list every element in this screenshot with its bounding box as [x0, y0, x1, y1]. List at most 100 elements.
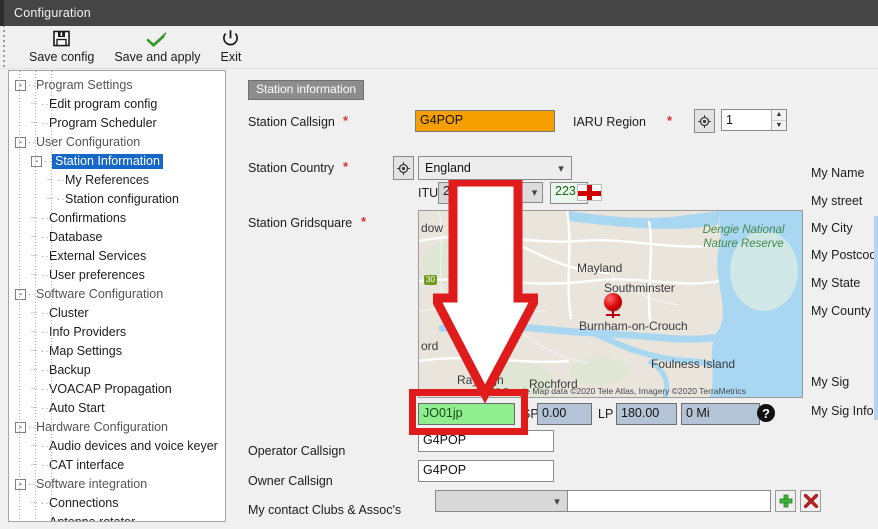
tree-item-database[interactable]: ┈··Database: [15, 228, 225, 247]
tree-item-hardware-configuration[interactable]: - ··Hardware Configuration: [15, 418, 225, 437]
save-config-button[interactable]: Save config: [21, 26, 102, 69]
tree-item-edit-program-config[interactable]: ┈··Edit program config: [15, 95, 225, 114]
tree-connector: ··: [41, 460, 50, 472]
station-country-select[interactable]: England ▾: [418, 156, 572, 180]
toolbar-grip[interactable]: [0, 26, 7, 69]
tree-item-user-configuration[interactable]: - ··User Configuration: [15, 133, 225, 152]
itu-input[interactable]: 27: [438, 182, 480, 204]
tree-item-auto-start[interactable]: ┈··Auto Start: [15, 399, 225, 418]
road-shield-30: 30: [424, 275, 437, 285]
floppy-disk-icon: [52, 28, 71, 49]
tree-item-label: Confirmations: [49, 211, 127, 226]
target-icon: [698, 114, 711, 128]
owner-callsign-input[interactable]: G4POP: [418, 460, 554, 482]
clubs-text-input[interactable]: [567, 490, 771, 512]
tree-connector: ··: [41, 365, 50, 377]
tree-connector: ··: [41, 232, 50, 244]
tree-expander-icon[interactable]: -: [15, 479, 26, 491]
clubs-select[interactable]: ▾: [435, 490, 568, 512]
station-callsign-input[interactable]: G4POP: [415, 110, 555, 132]
tree-connector: ··: [41, 251, 50, 263]
tree-connector: ··: [41, 403, 50, 415]
tree-connector: ··: [41, 99, 50, 111]
tree-expander-icon[interactable]: -: [31, 156, 42, 168]
save-config-label: Save config: [29, 50, 95, 64]
tree-expander-icon[interactable]: -: [15, 289, 26, 301]
navigation-tree[interactable]: -··Program Settings┈··Edit program confi…: [8, 70, 226, 522]
tree-item-cluster[interactable]: ┈··Cluster: [15, 304, 225, 323]
window-title: Configuration: [14, 6, 91, 20]
tree-item-station-information[interactable]: - ·· Station Information: [15, 152, 225, 171]
tree-item-label: Connections: [49, 496, 119, 511]
tree-guideline: [35, 71, 36, 521]
iaru-region-required: *: [667, 113, 673, 128]
tree-item-station-configuration[interactable]: ┈··Station configuration: [15, 190, 225, 209]
tree-connector: ··: [41, 441, 50, 453]
map-label-dengie-nnr: Dengie National Nature Reserve: [702, 224, 785, 250]
main-toolbar: Save config Save and apply Exit: [0, 26, 878, 69]
map-pin-marker[interactable]: [604, 293, 622, 318]
save-and-apply-button[interactable]: Save and apply: [106, 26, 208, 69]
tree-expander-icon[interactable]: -: [15, 137, 26, 149]
tree-connector: ┈: [31, 361, 41, 380]
tree-item-backup[interactable]: ┈··Backup: [15, 361, 225, 380]
tree-item-cat-interface[interactable]: ┈··CAT interface: [15, 456, 225, 475]
owner-callsign-label: Owner Callsign: [248, 474, 333, 488]
tree-item-label: Audio devices and voice keyer: [49, 439, 218, 454]
tree-item-voacap-propagation[interactable]: ┈··VOACAP Propagation: [15, 380, 225, 399]
map-label-dow: dow: [421, 221, 444, 235]
tree-item-connections[interactable]: ┈··Connections: [15, 494, 225, 513]
iaru-region-stepper[interactable]: 1 ▲ ▼: [721, 109, 787, 131]
tree-item-info-providers[interactable]: ┈··Info Providers: [15, 323, 225, 342]
tree-expander-icon[interactable]: -: [15, 80, 26, 92]
tree-item-antenna-rotator[interactable]: ┈··Antenna rotator: [15, 513, 225, 521]
tree-connector: ┈: [31, 323, 41, 342]
tree-expander-icon[interactable]: -: [15, 422, 26, 434]
tree-item-label: Antenna rotator: [49, 515, 135, 521]
tree-item-confirmations[interactable]: ┈··Confirmations: [15, 209, 225, 228]
stepper-up-icon[interactable]: ▲: [772, 110, 786, 121]
tree-item-label: VOACAP Propagation: [49, 382, 172, 397]
tree-connector: ··: [41, 346, 50, 358]
tree-item-external-services[interactable]: ┈··External Services: [15, 247, 225, 266]
tree-item-my-references[interactable]: ┈··My References: [15, 171, 225, 190]
distance-field: 0 Mi: [681, 403, 760, 425]
station-country-label: Station Country: [248, 161, 335, 175]
iaru-region-value[interactable]: 1: [722, 110, 771, 130]
red-x-icon[interactable]: [800, 490, 821, 512]
help-icon[interactable]: ?: [757, 404, 775, 422]
tree-connector: ┈: [31, 513, 41, 521]
save-and-apply-label: Save and apply: [114, 50, 201, 64]
gridsquare-input[interactable]: JO01jp: [418, 403, 515, 425]
iaru-region-locate-button[interactable]: [694, 109, 715, 133]
map-label-burnham-on-crouch: Burnham-on-Crouch: [579, 319, 688, 333]
iaru-region-stepper-buttons[interactable]: ▲ ▼: [771, 110, 786, 130]
tree-item-label: User preferences: [49, 268, 145, 283]
tree-item-program-settings[interactable]: - ··Program Settings: [15, 76, 225, 95]
tree-item-label: Edit program config: [49, 97, 158, 112]
tree-connector: ┈: [47, 171, 57, 190]
stepper-down-icon[interactable]: ▼: [772, 121, 786, 131]
cq-select[interactable]: 14 ▾: [502, 182, 543, 203]
tab-station-information[interactable]: Station information: [248, 80, 365, 100]
tree-item-program-scheduler[interactable]: ┈··Program Scheduler: [15, 114, 225, 133]
map-attribution: ©2020 Google Map data ©2020 Tele Atlas, …: [475, 386, 746, 396]
station-location-map[interactable]: 30 dow ord Mayland Southminster Burnham-…: [418, 210, 803, 398]
tree-connector: ··: [57, 175, 66, 187]
station-country-locate-button[interactable]: [393, 156, 414, 180]
station-country-required: *: [343, 159, 349, 174]
green-plus-icon[interactable]: [775, 490, 796, 512]
tree-connector: ··: [41, 513, 49, 521]
exit-button[interactable]: Exit: [213, 26, 250, 69]
tree-item-software-integration[interactable]: - ··Software integration: [15, 475, 225, 494]
iaru-region-label: IARU Region: [573, 115, 646, 129]
tree-item-software-configuration[interactable]: - ··Software Configuration: [15, 285, 225, 304]
tree-item-label: Backup: [49, 363, 91, 378]
tree-item-user-preferences[interactable]: ┈··User preferences: [15, 266, 225, 285]
tree-item-map-settings[interactable]: ┈··Map Settings: [15, 342, 225, 361]
tree-item-label: Software integration: [36, 477, 148, 492]
itu-label: ITU: [418, 186, 439, 200]
station-gridsquare-required: *: [361, 214, 367, 229]
tree-item-audio-devices-and-voice-keyer[interactable]: ┈··Audio devices and voice keyer: [15, 437, 225, 456]
operator-callsign-input[interactable]: G4POP: [418, 430, 554, 452]
